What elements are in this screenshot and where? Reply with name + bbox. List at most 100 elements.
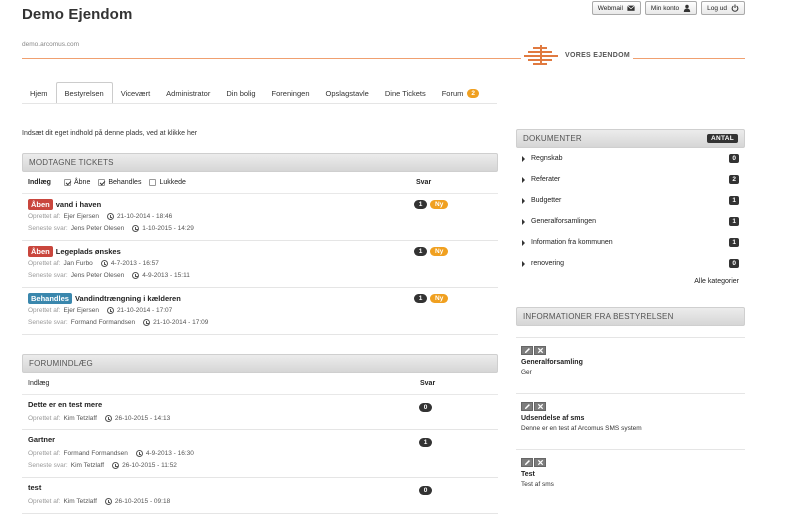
nav-item-hjem[interactable]: Hjem: [22, 82, 56, 104]
board-info-item: Udsendelse af sms Denne er en test af Ar…: [516, 393, 745, 449]
edit-icon[interactable]: [521, 346, 533, 355]
clock-icon: [132, 272, 140, 279]
site-domain: demo.arcomus.com: [22, 41, 80, 48]
board-info-body: Test af sms: [521, 481, 554, 488]
forum-col-post: Indlæg: [28, 380, 50, 387]
ticket-title[interactable]: Legeplads ønskes: [56, 247, 121, 256]
ticket-last-date: 4-9-2013 - 15:11: [142, 272, 190, 279]
filter-in-progress-checkbox[interactable]: [98, 179, 106, 186]
document-category[interactable]: Generalforsamlingen 1: [516, 211, 745, 232]
ticket-row[interactable]: Åben vand i haven Oprettet af: Ejer Ejers…: [22, 194, 498, 241]
ticket-title[interactable]: vand i haven: [56, 200, 101, 209]
forum-count-badge: 2: [467, 88, 480, 98]
latest-reply-label: Seneste svar:: [28, 272, 68, 279]
chevron-right-icon: [522, 239, 525, 246]
logout-button[interactable]: Log ud: [701, 1, 745, 15]
forum-row[interactable]: test Oprettet af: Kim Tetzlaff 26-10-2015 …: [22, 478, 498, 514]
nav-item-administrator[interactable]: Administrator: [158, 82, 218, 104]
created-by-label: Oprettet af:: [28, 260, 61, 267]
logout-label: Log ud: [707, 4, 727, 12]
reply-count-badge: 1: [414, 294, 427, 303]
nav-item-forum[interactable]: Forum 2: [434, 82, 487, 104]
document-category-label: Referater: [531, 176, 561, 183]
reply-count-badge: 0: [419, 486, 432, 495]
forum-last-by: Kim Tetzlaff: [70, 462, 105, 469]
nav-item-forum-label: Forum: [441, 88, 464, 98]
ticket-last-date: 21-10-2014 - 17:09: [153, 319, 209, 326]
nav-item-vicevaert[interactable]: Vicevært: [113, 82, 158, 104]
ticket-author: Ejer Ejersen: [63, 213, 99, 220]
filter-open-checkbox[interactable]: [64, 179, 71, 186]
forum-col-replies: Svar: [420, 380, 436, 387]
board-info-title[interactable]: Generalforsamling: [521, 359, 740, 366]
ticket-title[interactable]: Vandindtrængning i kælderen: [75, 294, 181, 303]
clock-icon: [106, 307, 114, 314]
forum-author: Formand Formandsen: [63, 450, 128, 457]
forum-row[interactable]: Dette er en test mere Oprettet af: Kim Te…: [22, 395, 498, 430]
filter-closed-checkbox[interactable]: [149, 179, 157, 186]
webmail-button[interactable]: Webmail: [591, 1, 641, 15]
delete-icon[interactable]: [534, 458, 546, 467]
document-category-label: Information fra kommunen: [531, 239, 613, 246]
new-badge: Ny: [430, 294, 449, 303]
reply-count-badge: 0: [419, 403, 432, 412]
clock-icon: [112, 462, 120, 469]
board-info-body: Ger: [521, 369, 532, 376]
tickets-col-post: Indlæg: [28, 179, 51, 186]
edit-icon[interactable]: [521, 402, 533, 411]
filter-open[interactable]: Åbne: [64, 179, 90, 186]
filter-closed-label: Lukkede: [159, 179, 186, 186]
documents-panel: DOKUMENTER ANTAL Regnskab 0 Referater 2 Bu…: [516, 129, 745, 289]
all-categories-link[interactable]: Alle kategorier: [516, 274, 745, 289]
chevron-right-icon: [522, 155, 525, 162]
created-by-label: Oprettet af:: [28, 307, 61, 314]
filter-closed[interactable]: Lukkede: [149, 179, 186, 186]
board-info-item: Generalforsamling Ger: [516, 337, 745, 393]
created-by-label: Oprettet af:: [28, 450, 61, 457]
document-category[interactable]: Budgetter 1: [516, 190, 745, 211]
forum-header-title: FORUMINDLÆG: [29, 359, 93, 368]
board-info-header-title: INFORMATIONER FRA BESTYRELSEN: [523, 312, 674, 321]
intro-text[interactable]: Indsæt dit eget indhold på denne plads, …: [22, 130, 197, 137]
ticket-row[interactable]: Behandles Vandindtrængning i kælderen Op…: [22, 288, 498, 335]
document-count: 2: [729, 175, 739, 184]
document-category[interactable]: renovering 0: [516, 253, 745, 274]
ticket-filter-row: Indlæg Åbne Behandles Lukkede Svar: [22, 172, 498, 194]
my-account-button[interactable]: Min konto: [644, 1, 698, 15]
document-category[interactable]: Referater 2: [516, 169, 745, 190]
ticket-created-date: 4-7-2013 - 16:57: [110, 260, 159, 267]
nav-item-din-bolig[interactable]: Din bolig: [218, 82, 263, 104]
board-info-title[interactable]: Test: [521, 471, 740, 478]
forum-last-date: 26-10-2015 - 11:52: [122, 462, 177, 469]
nav-item-dine-tickets[interactable]: Dine Tickets: [377, 82, 434, 104]
forum-created-date: 26-10-2015 - 09:18: [114, 498, 171, 505]
ticket-last-by: Formand Formandsen: [70, 319, 136, 326]
delete-icon[interactable]: [534, 402, 546, 411]
main-nav: Hjem Bestyrelsen Vicevært Administrator …: [22, 82, 487, 104]
delete-icon[interactable]: [534, 346, 546, 355]
nav-item-foreningen[interactable]: Foreningen: [264, 82, 318, 104]
nav-item-opslagstavle[interactable]: Opslagstavle: [318, 82, 377, 104]
reply-count-badge: 1: [414, 200, 427, 209]
document-category-label: Regnskab: [531, 155, 563, 162]
document-category[interactable]: Information fra kommunen 1: [516, 232, 745, 253]
document-count: 1: [729, 196, 739, 205]
created-by-label: Oprettet af:: [28, 213, 61, 220]
nav-item-bestyrelsen[interactable]: Bestyrelsen: [55, 82, 113, 104]
ticket-status-badge: Behandles: [28, 292, 72, 304]
forum-panel: FORUMINDLÆG Indlæg Svar Dette er en test…: [22, 354, 498, 514]
site-title: Demo Ejendom: [22, 6, 133, 23]
edit-icon[interactable]: [521, 458, 533, 467]
ticket-created-date: 21-10-2014 - 17:07: [116, 307, 173, 314]
ticket-row[interactable]: Åben Legeplads ønskes Oprettet af: Jan Fu…: [22, 241, 498, 288]
forum-row[interactable]: Gartner Oprettet af: Formand Formandsen 4-…: [22, 430, 498, 478]
site-logo[interactable]: VORES EJENDOM: [521, 45, 633, 65]
documents-header-title: DOKUMENTER: [523, 134, 582, 143]
board-info-title[interactable]: Udsendelse af sms: [521, 415, 740, 422]
forum-author: Kim Tetzlaff: [63, 498, 97, 505]
new-badge: Ny: [430, 200, 449, 209]
power-icon: [731, 4, 739, 12]
chevron-right-icon: [522, 176, 525, 183]
filter-in-progress[interactable]: Behandles: [98, 179, 141, 186]
document-category[interactable]: Regnskab 0: [516, 148, 745, 169]
